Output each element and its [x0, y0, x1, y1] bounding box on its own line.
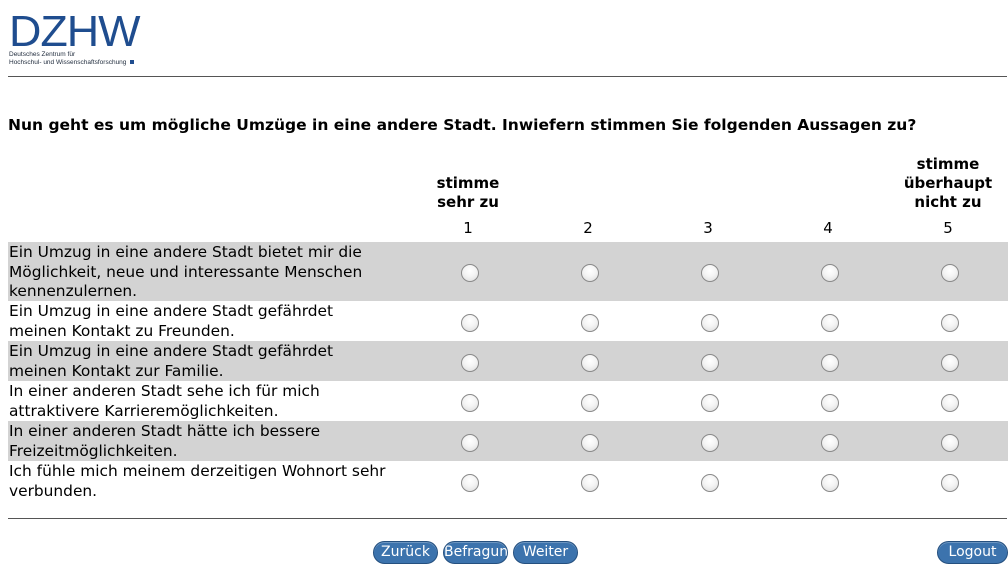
- radio-option-1[interactable]: [461, 264, 479, 282]
- radio-option-2[interactable]: [581, 354, 599, 372]
- radio-option-3[interactable]: [701, 314, 719, 332]
- logo-wordmark: DZHW: [9, 7, 141, 56]
- scale-label-high: stimme überhaupt nicht zu: [888, 154, 1008, 212]
- radio-option-4[interactable]: [821, 314, 839, 332]
- table-row: Ein Umzug in eine andere Stadt bietet mi…: [8, 242, 1008, 301]
- radio-option-2[interactable]: [581, 394, 599, 412]
- dzhw-logo: DZHW Deutsches Zentrum für Hochschul- un…: [9, 7, 149, 67]
- radio-option-5[interactable]: [941, 474, 959, 492]
- item-text: Ein Umzug in eine andere Stadt bietet mi…: [9, 243, 363, 300]
- radio-option-5[interactable]: [941, 314, 959, 332]
- item-text: Ich fühle mich meinem derzeitigen Wohnor…: [9, 462, 386, 500]
- radio-option-1[interactable]: [461, 394, 479, 412]
- radio-option-2[interactable]: [581, 264, 599, 282]
- radio-option-5[interactable]: [941, 264, 959, 282]
- table-row: In einer anderen Stadt sehe ich für mich…: [8, 381, 1008, 421]
- question-text: Nun geht es um mögliche Umzüge in eine a…: [8, 116, 917, 134]
- header-divider: [8, 76, 1007, 77]
- radio-option-4[interactable]: [821, 474, 839, 492]
- radio-option-1[interactable]: [461, 434, 479, 452]
- radio-option-3[interactable]: [701, 354, 719, 372]
- table-row: Ein Umzug in eine andere Stadt gefährdet…: [8, 341, 1008, 381]
- radio-option-3[interactable]: [701, 474, 719, 492]
- radio-option-4[interactable]: [821, 394, 839, 412]
- scale-number-3: 3: [703, 219, 713, 237]
- scale-label-low-line-2: sehr zu: [437, 193, 499, 211]
- scale-label-low-line-1: stimme: [436, 174, 500, 192]
- logo-subtitle-line-2: Hochschul- und Wissenschaftsforschung: [9, 59, 149, 67]
- item-text: In einer anderen Stadt sehe ich für mich…: [9, 382, 320, 420]
- item-text: Ein Umzug in eine andere Stadt gefährdet…: [9, 302, 334, 340]
- footer-divider: [8, 518, 1007, 519]
- scale-number-2: 2: [583, 219, 593, 237]
- radio-option-1[interactable]: [461, 314, 479, 332]
- radio-option-4[interactable]: [821, 434, 839, 452]
- radio-option-5[interactable]: [941, 354, 959, 372]
- radio-option-2[interactable]: [581, 474, 599, 492]
- back-button[interactable]: Zurück: [373, 541, 438, 564]
- radio-option-1[interactable]: [461, 474, 479, 492]
- radio-option-5[interactable]: [941, 394, 959, 412]
- scale-label-low: stimme sehr zu: [408, 160, 528, 212]
- scale-number-4: 4: [823, 219, 833, 237]
- radio-option-5[interactable]: [941, 434, 959, 452]
- scale-label-high-line-2: überhaupt: [903, 174, 993, 192]
- item-text: Ein Umzug in eine andere Stadt gefährdet…: [9, 342, 334, 380]
- scale-label-high-line-3: nicht zu: [914, 193, 982, 211]
- radio-option-1[interactable]: [461, 354, 479, 372]
- scale-label-high-line-1: stimme: [916, 155, 980, 173]
- radio-option-4[interactable]: [821, 354, 839, 372]
- radio-option-2[interactable]: [581, 434, 599, 452]
- scale-number-1: 1: [463, 219, 473, 237]
- radio-option-3[interactable]: [701, 434, 719, 452]
- radio-option-2[interactable]: [581, 314, 599, 332]
- table-row: Ich fühle mich meinem derzeitigen Wohnor…: [8, 461, 1008, 503]
- item-text: In einer anderen Stadt hätte ich bessere…: [9, 422, 321, 460]
- survey-button[interactable]: Befragun: [443, 541, 508, 564]
- radio-option-4[interactable]: [821, 264, 839, 282]
- survey-page: DZHW Deutsches Zentrum für Hochschul- un…: [0, 0, 1008, 581]
- radio-option-3[interactable]: [701, 264, 719, 282]
- radio-option-3[interactable]: [701, 394, 719, 412]
- next-button[interactable]: Weiter: [513, 541, 578, 564]
- table-row: In einer anderen Stadt hätte ich bessere…: [8, 421, 1008, 461]
- logout-button[interactable]: Logout: [937, 541, 1008, 564]
- logo-square-icon: [130, 60, 135, 65]
- table-row: Ein Umzug in eine andere Stadt gefährdet…: [8, 301, 1008, 341]
- scale-number-5: 5: [943, 219, 953, 237]
